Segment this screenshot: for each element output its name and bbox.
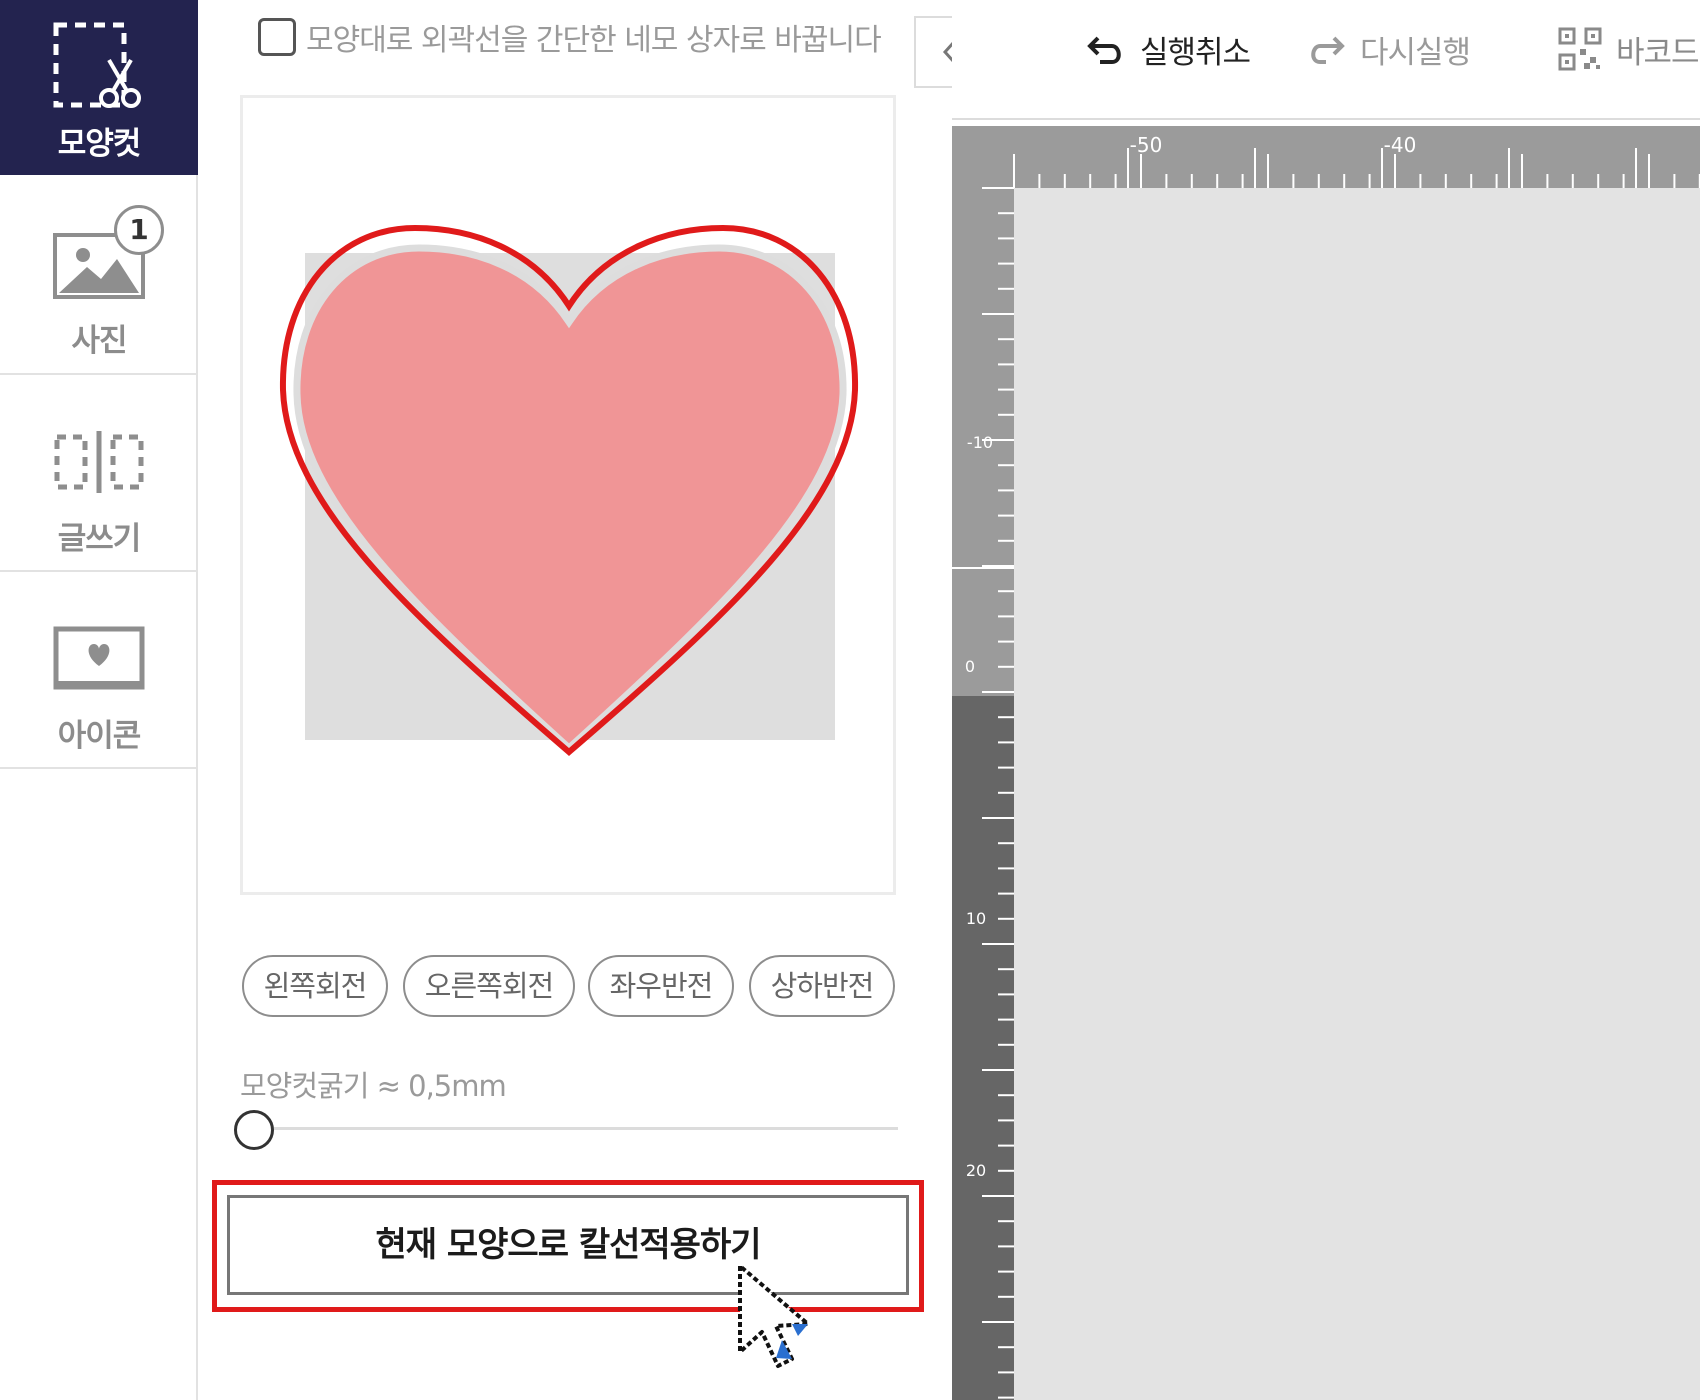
simple-box-option[interactable]: 모양대로 외곽선을 간단한 네모 상자로 바꿉니다 <box>258 14 882 60</box>
rotate-left-button[interactable]: 왼쪽회전 <box>242 955 388 1017</box>
redo-button[interactable]: 다시실행 <box>1306 24 1471 74</box>
photo-count-badge: 1 <box>114 205 164 255</box>
heart-preview-image <box>279 224 859 756</box>
shape-cut-icon <box>51 20 147 114</box>
barcode-label: 바코드 <box>1616 34 1700 71</box>
sidebar-item-label: 사진 <box>71 323 127 359</box>
heart-frame-icon <box>53 626 145 692</box>
sidebar-item-photo[interactable]: 사진 <box>0 175 198 375</box>
undo-button[interactable]: 실행취소 <box>1086 24 1251 74</box>
ruler-label-top: -40 <box>1384 133 1417 157</box>
design-canvas[interactable] <box>1014 188 1700 1400</box>
cut-thickness-slider-thumb[interactable] <box>234 1110 274 1150</box>
undo-icon <box>1087 36 1121 64</box>
barcode-button[interactable]: 바코드 <box>1558 24 1700 74</box>
flip-vertical-button[interactable]: 상하반전 <box>749 955 895 1017</box>
qr-code-icon <box>1558 27 1602 71</box>
redo-label: 다시실행 <box>1360 34 1471 71</box>
flip-horizontal-button[interactable]: 좌우반전 <box>588 955 734 1017</box>
redo-icon <box>1311 36 1345 64</box>
shape-preview <box>240 95 896 895</box>
simple-box-checkbox-label: 모양대로 외곽선을 간단한 네모 상자로 바꿉니다 <box>306 23 882 58</box>
sidebar-item-text[interactable]: 글쓰기 <box>0 375 198 572</box>
ruler-label-left: 20 <box>966 1161 986 1180</box>
cut-thickness-slider-track[interactable] <box>254 1127 898 1130</box>
sidebar-item-label: 아이콘 <box>57 718 142 754</box>
ruler-label-top: -50 <box>1130 133 1163 157</box>
ruler-label-left: 0 <box>965 657 975 676</box>
arrow-pointer-icon <box>738 1264 810 1368</box>
simple-box-checkbox[interactable] <box>258 18 296 56</box>
cut-thickness-label: 모양컷굵기 ≈ 0,5mm <box>240 1069 507 1103</box>
sidebar: 모양컷 사진 1 글쓰기 아이콘 <box>0 0 198 1400</box>
ruler-and-canvas: -50 -40 -10 0 10 20 <box>952 126 1700 1400</box>
sidebar-item-icon[interactable]: 아이콘 <box>0 572 198 769</box>
rotate-right-button[interactable]: 오른쪽회전 <box>403 955 575 1017</box>
sidebar-item-label: 글쓰기 <box>57 521 142 557</box>
ruler-label-left: -10 <box>967 433 993 452</box>
sidebar-item-shape-cut[interactable]: 모양컷 <box>0 0 198 175</box>
text-box-icon <box>53 431 145 493</box>
editor-canvas-area[interactable]: -50 -40 -10 0 10 20 <box>952 126 1700 1400</box>
sidebar-item-label: 모양컷 <box>57 126 142 162</box>
ruler-label-left: 10 <box>966 909 986 928</box>
undo-label: 실행취소 <box>1140 34 1251 71</box>
